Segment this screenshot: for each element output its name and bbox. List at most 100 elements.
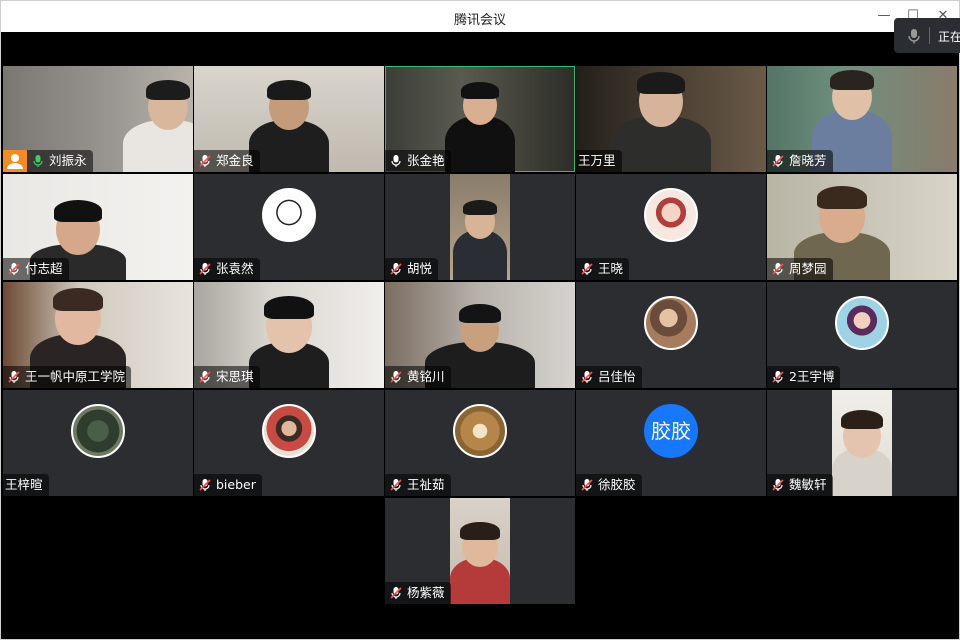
participant-name: 魏敏轩 xyxy=(789,477,827,492)
participant-tile[interactable]: bieber xyxy=(194,390,384,496)
participant-tile[interactable]: 付志超 xyxy=(3,174,193,280)
participant-label: 王万里 xyxy=(576,150,622,172)
participant-label: 徐胶胶 xyxy=(576,474,642,496)
participant-name: 黄铭川 xyxy=(407,369,445,384)
mic-muted-icon xyxy=(390,587,402,599)
participant-label: 王祉茹 xyxy=(385,474,451,496)
participant-label: 王一帆中原工学院 xyxy=(3,366,132,388)
mic-muted-icon xyxy=(772,479,784,491)
participant-tile[interactable]: 胶胶徐胶胶 xyxy=(576,390,766,496)
participant-label: bieber xyxy=(194,474,262,496)
participant-label: 2王宇博 xyxy=(767,366,841,388)
avatar xyxy=(262,404,316,458)
participant-label: 郑金良 xyxy=(194,150,260,172)
participant-name: 刘振永 xyxy=(49,153,87,168)
participant-label: 黄铭川 xyxy=(385,366,451,388)
mic-muted-icon xyxy=(199,263,211,275)
participant-tile[interactable]: 张金艳 xyxy=(385,66,575,172)
participant-tile[interactable]: 杨紫薇 xyxy=(385,498,575,604)
participant-label: 杨紫薇 xyxy=(385,582,451,604)
title-bar[interactable]: 腾讯会议 — ☐ ✕ xyxy=(1,1,959,32)
participant-name: 徐胶胶 xyxy=(598,477,636,492)
participant-tile[interactable]: 王晓 xyxy=(576,174,766,280)
participant-tile[interactable]: 张袁然 xyxy=(194,174,384,280)
participant-name: 王梓暄 xyxy=(5,477,43,492)
avatar xyxy=(644,296,698,350)
participant-name: 王晓 xyxy=(598,261,624,276)
participant-tile[interactable]: 吕佳怡 xyxy=(576,282,766,388)
user-icon xyxy=(7,154,23,169)
avatar: 胶胶 xyxy=(644,404,698,458)
participant-label: 周梦园 xyxy=(767,258,833,280)
participant-tile[interactable]: 周梦园 xyxy=(767,174,957,280)
participant-label: 王晓 xyxy=(576,258,630,280)
participant-label: 刘振永 xyxy=(27,150,93,172)
mic-muted-icon xyxy=(199,155,211,167)
participant-name: 2王宇博 xyxy=(789,369,835,384)
participant-name: 杨紫薇 xyxy=(407,585,445,600)
participant-label: 付志超 xyxy=(3,258,69,280)
participant-tile[interactable]: 王万里 xyxy=(576,66,766,172)
mic-icon xyxy=(391,155,401,167)
avatar xyxy=(71,404,125,458)
participant-tile[interactable]: 胡悦 xyxy=(385,174,575,280)
participant-label: 魏敏轩 xyxy=(767,474,833,496)
mic-muted-icon xyxy=(581,371,593,383)
mic-muted-icon xyxy=(581,479,593,491)
participant-label: 张金艳 xyxy=(385,150,451,172)
participant-name: 詹晓芳 xyxy=(789,153,827,168)
participant-label: 吕佳怡 xyxy=(576,366,642,388)
participant-name: 张袁然 xyxy=(216,261,254,276)
mic-muted-icon xyxy=(390,371,402,383)
participant-tile[interactable]: 2王宇博 xyxy=(767,282,957,388)
mic-muted-icon xyxy=(199,479,211,491)
participant-tile[interactable]: 刘振永 xyxy=(3,66,193,172)
participant-tile[interactable]: 詹晓芳 xyxy=(767,66,957,172)
window-title: 腾讯会议 xyxy=(453,13,506,28)
mic-icon xyxy=(33,155,43,167)
mic-muted-icon xyxy=(581,263,593,275)
participant-tile[interactable]: 魏敏轩 xyxy=(767,390,957,496)
participant-name: 付志超 xyxy=(25,261,63,276)
video-feed xyxy=(450,174,510,280)
participant-tile[interactable]: 王祉茹 xyxy=(385,390,575,496)
participant-name: 郑金良 xyxy=(216,153,254,168)
divider xyxy=(929,27,930,44)
mic-muted-icon xyxy=(390,479,402,491)
participant-tile[interactable]: 郑金良 xyxy=(194,66,384,172)
participant-name: 周梦园 xyxy=(789,261,827,276)
participant-name: 胡悦 xyxy=(407,261,433,276)
mic-muted-icon xyxy=(8,371,20,383)
participant-name: 王一帆中原工学院 xyxy=(25,369,126,384)
participant-label: 张袁然 xyxy=(194,258,260,280)
participant-tile[interactable]: 王梓暄 xyxy=(3,390,193,496)
mic-muted-icon xyxy=(772,263,784,275)
avatar xyxy=(262,188,316,242)
participant-label: 王梓暄 xyxy=(3,474,49,496)
video-feed xyxy=(832,390,892,496)
host-badge xyxy=(3,150,27,172)
participant-tile[interactable]: 宋思琪 xyxy=(194,282,384,388)
participant-tile[interactable]: 黄铭川 xyxy=(385,282,575,388)
participant-tile[interactable]: 王一帆中原工学院 xyxy=(3,282,193,388)
avatar xyxy=(453,404,507,458)
participant-label: 宋思琪 xyxy=(194,366,260,388)
video-feed xyxy=(450,498,510,604)
participant-name: 宋思琪 xyxy=(216,369,254,384)
mic-muted-icon xyxy=(8,263,20,275)
participant-name: 王祉茹 xyxy=(407,477,445,492)
meeting-window: 腾讯会议 — ☐ ✕ 正在 刘振永 郑金良 张金艳 王万里 詹晓芳 付志超 张袁… xyxy=(0,0,960,640)
participant-name: 张金艳 xyxy=(407,153,445,168)
minimize-icon[interactable]: — xyxy=(875,7,893,25)
mic-muted-icon xyxy=(390,263,402,275)
participant-name: 吕佳怡 xyxy=(598,369,636,384)
microphone-icon xyxy=(908,29,920,44)
mic-muted-icon xyxy=(772,371,784,383)
participant-name: 王万里 xyxy=(578,153,616,168)
participant-label: 詹晓芳 xyxy=(767,150,833,172)
speaking-indicator[interactable]: 正在 xyxy=(894,18,960,53)
avatar xyxy=(835,296,889,350)
mic-muted-icon xyxy=(772,155,784,167)
avatar xyxy=(644,188,698,242)
speaking-text: 正在 xyxy=(938,30,960,44)
